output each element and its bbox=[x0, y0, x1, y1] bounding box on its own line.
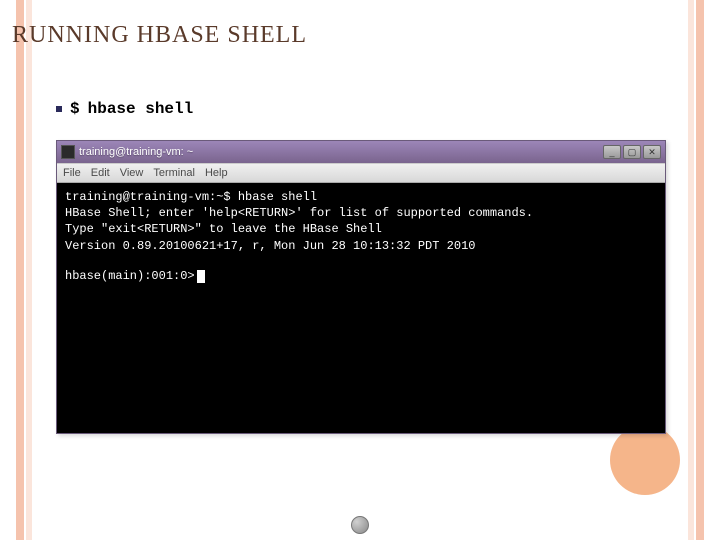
decor-stripe-left-2 bbox=[26, 0, 32, 540]
shell-prompt: $ bbox=[70, 100, 80, 118]
menu-terminal[interactable]: Terminal bbox=[153, 167, 195, 179]
cursor-icon bbox=[197, 270, 205, 283]
window-title: training@training-vm: ~ bbox=[79, 146, 599, 158]
shell-command: hbase shell bbox=[88, 100, 194, 118]
nav-dot-icon bbox=[351, 516, 369, 534]
terminal-window: training@training-vm: ~ _ ▢ ✕ File Edit … bbox=[56, 140, 666, 434]
hbase-prompt: hbase(main):001:0> bbox=[65, 269, 195, 283]
close-button[interactable]: ✕ bbox=[643, 145, 661, 159]
terminal-line: HBase Shell; enter 'help<RETURN>' for li… bbox=[65, 205, 657, 221]
terminal-body[interactable]: training@training-vm:~$ hbase shell HBas… bbox=[57, 183, 665, 433]
maximize-button[interactable]: ▢ bbox=[623, 145, 641, 159]
terminal-icon bbox=[61, 145, 75, 159]
menu-file[interactable]: File bbox=[63, 167, 81, 179]
decor-circle bbox=[610, 425, 680, 495]
terminal-line: Version 0.89.20100621+17, r, Mon Jun 28 … bbox=[65, 238, 657, 254]
menu-help[interactable]: Help bbox=[205, 167, 228, 179]
minimize-button[interactable]: _ bbox=[603, 145, 621, 159]
decor-stripe-left-1 bbox=[16, 0, 24, 540]
decor-stripe-right-2 bbox=[688, 0, 694, 540]
command-line: $ hbase shell bbox=[56, 100, 193, 118]
menu-edit[interactable]: Edit bbox=[91, 167, 110, 179]
menubar: File Edit View Terminal Help bbox=[57, 163, 665, 183]
terminal-prompt: hbase(main):001:0> bbox=[65, 268, 657, 284]
menu-view[interactable]: View bbox=[120, 167, 144, 179]
decor-stripe-right-1 bbox=[696, 0, 704, 540]
terminal-blank bbox=[65, 254, 657, 268]
slide-title: RUNNING HBASE SHELL bbox=[12, 22, 307, 49]
titlebar: training@training-vm: ~ _ ▢ ✕ bbox=[57, 141, 665, 163]
bullet-icon bbox=[56, 106, 62, 112]
window-controls: _ ▢ ✕ bbox=[603, 145, 661, 159]
terminal-line: training@training-vm:~$ hbase shell bbox=[65, 189, 657, 205]
terminal-line: Type "exit<RETURN>" to leave the HBase S… bbox=[65, 221, 657, 237]
